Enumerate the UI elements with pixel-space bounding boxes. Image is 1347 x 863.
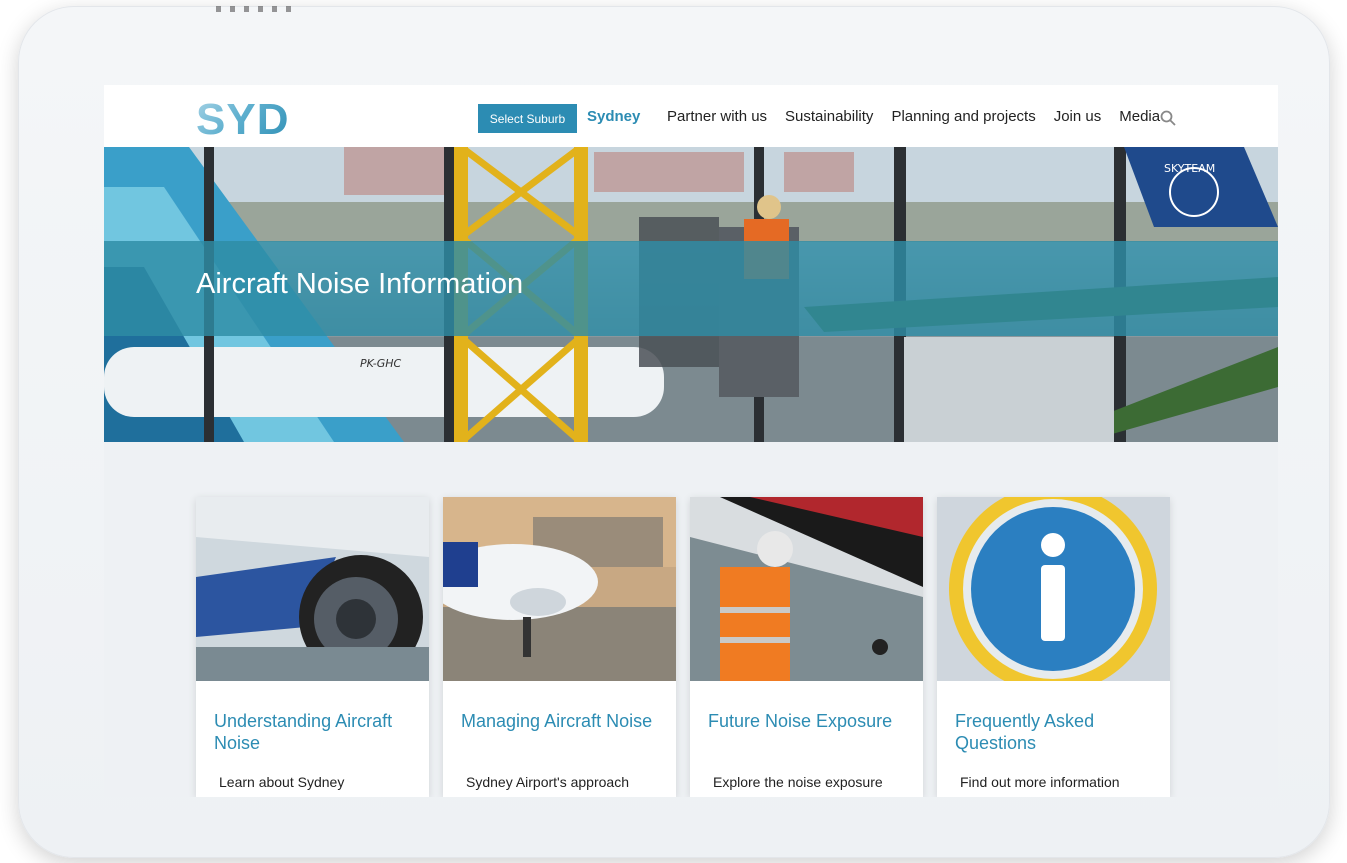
search-icon[interactable] — [1160, 110, 1176, 126]
nav-join-us[interactable]: Join us — [1054, 108, 1102, 125]
card-future-noise-exposure[interactable]: Future Noise Exposure Explore the noise … — [690, 497, 923, 797]
nav-media[interactable]: Media — [1119, 108, 1160, 125]
card-title[interactable]: Understanding Aircraft Noise — [214, 710, 414, 754]
syd-logo[interactable]: SYD — [196, 95, 289, 145]
card-understanding-aircraft-noise[interactable]: Understanding Aircraft Noise Learn about… — [196, 497, 429, 797]
info-icon[interactable] — [937, 497, 1170, 681]
card-image[interactable] — [196, 497, 429, 681]
hero-banner: PK-GHC SKYTEAM Aircraft Noise Informatio… — [104, 147, 1278, 442]
card-title[interactable]: Future Noise Exposure — [708, 710, 908, 732]
card-text: Learn about Sydney — [219, 774, 345, 790]
page-title: Aircraft Noise Information — [196, 268, 524, 300]
skyteam-text: SKYTEAM — [1164, 162, 1215, 175]
card-image[interactable] — [443, 497, 676, 681]
main-nav: Partner with us Sustainability Planning … — [667, 108, 1160, 125]
card-managing-aircraft-noise[interactable]: Managing Aircraft Noise Sydney Airport's… — [443, 497, 676, 797]
aircraft-registration: PK-GHC — [360, 357, 402, 370]
nav-partner-with-us[interactable]: Partner with us — [667, 108, 767, 125]
card-text: Explore the noise exposure — [713, 774, 883, 790]
browser-screen: SYD Select Suburb Sydney Partner with us… — [104, 85, 1278, 797]
topic-cards: Understanding Aircraft Noise Learn about… — [196, 497, 1170, 797]
selected-suburb[interactable]: Sydney — [587, 108, 640, 125]
device-edge — [216, 6, 296, 12]
nav-sustainability[interactable]: Sustainability — [785, 108, 873, 125]
site-header: SYD Select Suburb Sydney Partner with us… — [104, 85, 1278, 147]
card-title[interactable]: Managing Aircraft Noise — [461, 710, 661, 732]
select-suburb-button[interactable]: Select Suburb — [478, 104, 577, 133]
card-frequently-asked-questions[interactable]: Frequently Asked Questions Find out more… — [937, 497, 1170, 797]
card-text: Find out more information — [960, 774, 1120, 790]
card-text: Sydney Airport's approach — [466, 774, 629, 790]
card-title[interactable]: Frequently Asked Questions — [955, 710, 1155, 754]
card-image[interactable] — [690, 497, 923, 681]
card-image[interactable] — [937, 497, 1170, 681]
tablet-frame: SYD Select Suburb Sydney Partner with us… — [18, 6, 1330, 858]
nav-planning-and-projects[interactable]: Planning and projects — [891, 108, 1035, 125]
